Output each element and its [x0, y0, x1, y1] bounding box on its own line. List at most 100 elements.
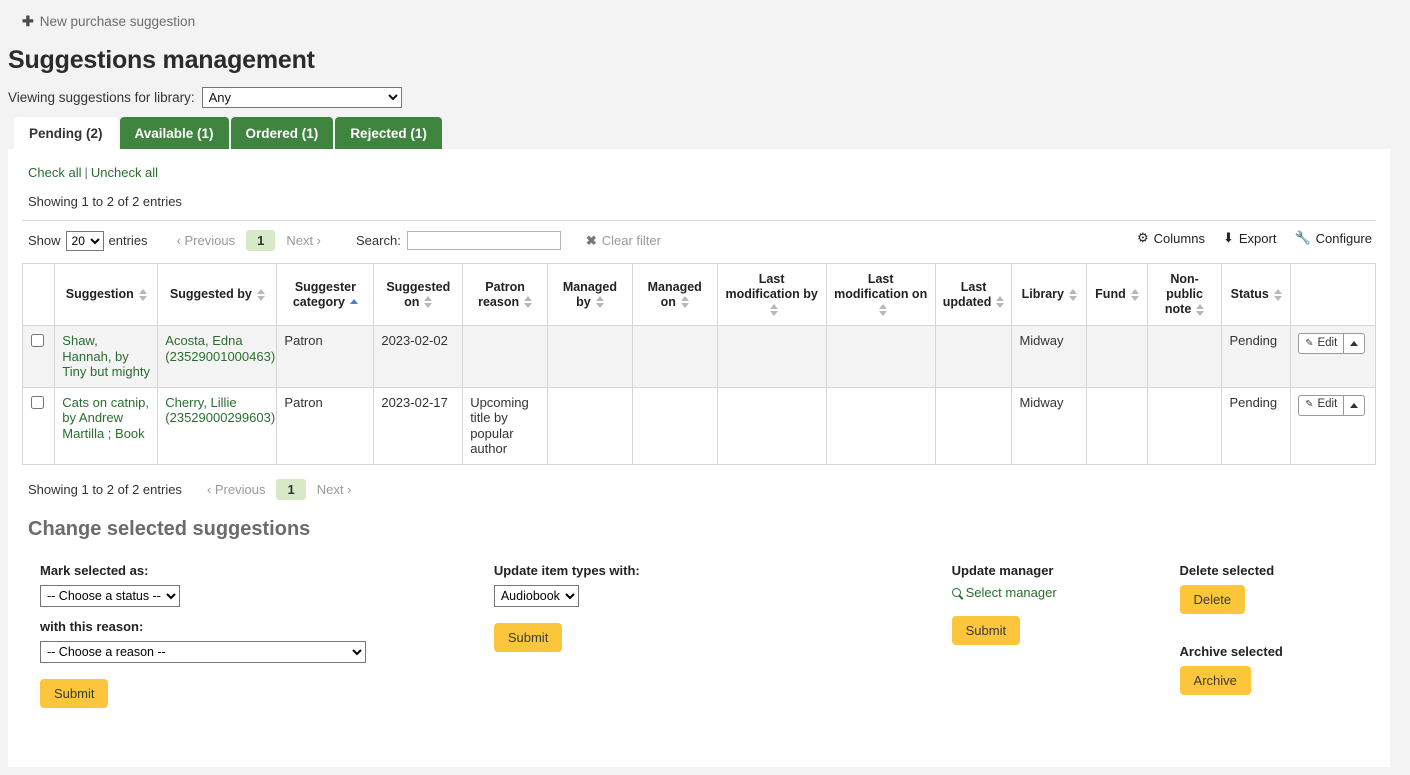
suggestions-table: Suggestion Suggested by Suggester catego… — [22, 263, 1376, 465]
library-select[interactable]: Any — [202, 87, 402, 108]
cell-suggested-on: 2023-02-02 — [374, 326, 463, 388]
cell-last-modification-by — [717, 326, 826, 388]
suggested-by-link[interactable]: Acosta, Edna (23529001000463) — [165, 333, 275, 364]
cell-managed-by — [548, 387, 633, 464]
reason-select[interactable]: -- Choose a reason -- — [40, 641, 366, 663]
cell-suggester-category: Patron — [277, 326, 374, 388]
row-checkbox[interactable] — [31, 396, 44, 409]
edit-dropdown-toggle[interactable] — [1343, 395, 1365, 416]
item-types-column: Update item types with: Audiobook Submit — [494, 563, 952, 708]
suggested-by-link[interactable]: Cherry, Lillie (23529000299603) — [165, 395, 275, 426]
header-managed-by[interactable]: Managed by — [548, 264, 633, 326]
sort-icon — [1274, 289, 1282, 301]
cell-suggestion[interactable]: Shaw, Hannah, by Tiny but mighty — [55, 326, 158, 388]
cell-suggested-by[interactable]: Cherry, Lillie (23529000299603) — [158, 387, 277, 464]
search-input[interactable] — [407, 231, 561, 250]
sort-icon — [770, 304, 778, 316]
tab-ordered[interactable]: Ordered (1) — [231, 117, 334, 149]
edit-button[interactable]: ✎ Edit — [1298, 333, 1343, 354]
update-manager-submit-button[interactable]: Submit — [952, 616, 1020, 645]
header-non-public-note[interactable]: Non-public note — [1147, 264, 1222, 326]
sort-icon — [996, 296, 1004, 308]
row-checkbox-cell — [23, 326, 55, 388]
update-manager-column: Update manager Select manager Submit — [952, 563, 1180, 708]
delete-button[interactable]: Delete — [1180, 585, 1246, 614]
edit-dropdown-toggle[interactable] — [1343, 333, 1365, 354]
datatable-controls: Show 20 entries ‹ Previous 1 Next › Sear… — [22, 220, 1376, 251]
new-purchase-suggestion-button[interactable]: ✚ New purchase suggestion — [22, 14, 195, 29]
item-type-select[interactable]: Audiobook — [494, 585, 579, 607]
page-title: Suggestions management — [8, 46, 1410, 75]
pencil-icon: ✎ — [1305, 336, 1313, 352]
configure-button[interactable]: 🔧 Configure — [1294, 230, 1372, 246]
cell-actions: ✎ Edit — [1291, 326, 1376, 388]
sort-icon — [681, 296, 689, 308]
cell-actions: ✎ Edit — [1291, 387, 1376, 464]
cell-status: Pending — [1222, 387, 1291, 464]
next-page-button-top[interactable]: Next › — [279, 230, 328, 251]
page-1-button-bottom[interactable]: 1 — [276, 479, 305, 500]
header-library[interactable]: Library — [1012, 264, 1087, 326]
columns-label: Columns — [1154, 231, 1205, 246]
header-last-modification-by[interactable]: Last modification by — [717, 264, 826, 326]
mark-selected-submit-button[interactable]: Submit — [40, 679, 108, 708]
header-last-updated[interactable]: Last updated — [935, 264, 1012, 326]
check-all-link[interactable]: Check all — [28, 165, 81, 180]
mark-selected-column: Mark selected as: -- Choose a status -- … — [40, 563, 494, 708]
gear-icon: ⚙ — [1137, 230, 1149, 246]
cell-patron-reason — [463, 326, 548, 388]
export-button[interactable]: ⬇ Export — [1223, 230, 1276, 246]
header-last-modification-on[interactable]: Last modification on — [826, 264, 935, 326]
header-status[interactable]: Status — [1222, 264, 1291, 326]
header-actions — [1291, 264, 1376, 326]
entries-label: entries — [109, 233, 148, 248]
previous-page-button-top[interactable]: ‹ Previous — [170, 230, 243, 251]
edit-button[interactable]: ✎ Edit — [1298, 395, 1343, 416]
cell-last-modification-on — [826, 387, 935, 464]
cell-suggested-on: 2023-02-17 — [374, 387, 463, 464]
header-suggested-on[interactable]: Suggested on — [374, 264, 463, 326]
check-controls: Check all|Uncheck all — [28, 165, 1376, 180]
cell-last-modification-by — [717, 387, 826, 464]
clear-filter-button[interactable]: ✖ Clear filter — [586, 233, 661, 249]
cell-suggested-by[interactable]: Acosta, Edna (23529001000463) — [158, 326, 277, 388]
page-1-button-top[interactable]: 1 — [246, 230, 275, 251]
header-suggested-by[interactable]: Suggested by — [158, 264, 277, 326]
item-types-submit-button[interactable]: Submit — [494, 623, 562, 652]
table-header-row: Suggestion Suggested by Suggester catego… — [23, 264, 1376, 326]
sort-icon — [1069, 289, 1077, 301]
header-suggestion[interactable]: Suggestion — [55, 264, 158, 326]
cell-suggestion[interactable]: Cats on catnip, by Andrew Martilla ; Boo… — [55, 387, 158, 464]
with-reason-label: with this reason: — [40, 619, 494, 634]
header-patron-reason[interactable]: Patron reason — [463, 264, 548, 326]
previous-page-button-bottom[interactable]: ‹ Previous — [200, 479, 273, 500]
select-manager-label: Select manager — [966, 585, 1057, 600]
tab-pending[interactable]: Pending (2) — [14, 117, 118, 150]
uncheck-all-link[interactable]: Uncheck all — [91, 165, 158, 180]
suggestion-link[interactable]: Cats on catnip, by Andrew Martilla ; Boo… — [62, 395, 149, 441]
archive-selected-label: Archive selected — [1180, 644, 1376, 659]
select-manager-link[interactable]: Select manager — [952, 585, 1057, 600]
sort-icon — [257, 289, 265, 301]
header-fund[interactable]: Fund — [1087, 264, 1148, 326]
columns-button[interactable]: ⚙ Columns — [1137, 230, 1205, 246]
status-select[interactable]: -- Choose a status -- — [40, 585, 180, 607]
sort-icon — [424, 296, 432, 308]
next-page-button-bottom[interactable]: Next › — [310, 479, 359, 500]
search-icon — [952, 588, 961, 597]
chevron-up-icon — [1350, 403, 1358, 408]
header-suggester-category[interactable]: Suggester category — [277, 264, 374, 326]
tab-available[interactable]: Available (1) — [120, 117, 229, 149]
header-managed-on[interactable]: Managed on — [632, 264, 717, 326]
tab-rejected[interactable]: Rejected (1) — [335, 117, 442, 149]
row-checkbox[interactable] — [31, 334, 44, 347]
page-length-select[interactable]: 20 — [66, 231, 104, 251]
archive-button[interactable]: Archive — [1180, 666, 1251, 695]
sort-icon — [596, 296, 604, 308]
update-manager-label: Update manager — [952, 563, 1180, 578]
suggestion-link[interactable]: Shaw, Hannah, by Tiny but mighty — [62, 333, 150, 379]
download-icon: ⬇ — [1223, 230, 1234, 246]
status-tabs: Pending (2) Available (1) Ordered (1) Re… — [14, 117, 1410, 149]
wrench-icon: 🔧 — [1294, 230, 1310, 246]
cell-non-public-note — [1147, 387, 1222, 464]
